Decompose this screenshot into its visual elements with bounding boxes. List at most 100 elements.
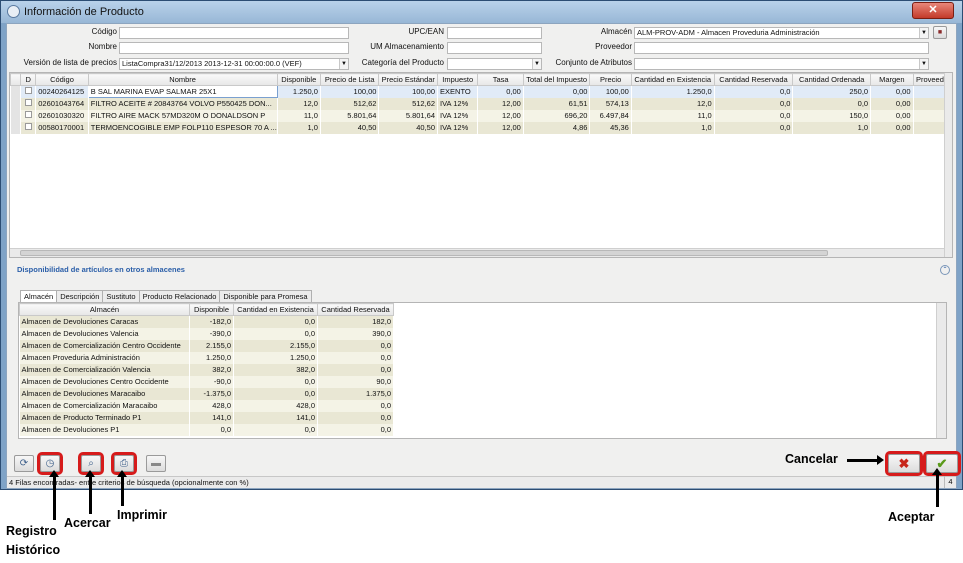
close-button[interactable]: ✕ [912,2,954,19]
column-header[interactable]: Cantidad Reservada [713,73,794,86]
table-cell[interactable]: 2.155,0 [190,340,234,352]
table-cell[interactable]: 1.250,0 [234,352,318,364]
table-cell[interactable]: 61,51 [523,98,590,110]
table-cell[interactable]: 12,0 [277,98,320,110]
table-cell[interactable]: 0,0 [190,424,234,436]
table-cell[interactable]: 100,00 [379,86,438,98]
table-cell[interactable]: 0,0 [234,388,318,400]
table-row[interactable]: 00240264125 B SAL MARINA EVAP SALMAR 25X1… [10,85,952,98]
table-cell[interactable]: 45,36 [590,122,631,134]
column-header[interactable]: Cantidad Reservada [317,303,394,316]
table-cell[interactable]: IVA 12% [438,98,478,110]
refresh-button[interactable]: ⟳ [14,455,34,472]
table-cell[interactable]: 12,00 [478,122,523,134]
table-cell[interactable]: IVA 12% [438,110,478,122]
scroll-thumb[interactable] [20,250,828,256]
table-cell[interactable]: 00240264125 [36,86,89,98]
table-cell[interactable]: 40,50 [379,122,438,134]
products-vscrollbar[interactable] [944,73,952,257]
table-cell[interactable]: 11,0 [631,110,714,122]
table-cell[interactable]: 0,0 [318,340,394,352]
row-header[interactable] [10,97,21,110]
table-cell[interactable]: TERMOENCOGIBLE EMP FOLP110 ESPESOR 70 A … [88,122,277,134]
table-row[interactable]: Almacen de Devoluciones Caracas -182,0 0,0… [19,315,394,328]
table-cell[interactable]: 1,0 [793,122,871,134]
table-row[interactable]: Almacen de Devoluciones Valencia -390,0 0,… [19,327,394,340]
table-cell[interactable]: Almacen de Devoluciones Valencia [20,328,190,340]
version-select[interactable]: ListaCompra31/12/2013 2013-12-31 00:00:0… [119,58,349,70]
table-cell[interactable]: 5.801,64 [379,110,438,122]
table-cell[interactable]: 0,0 [234,328,318,340]
products-hscrollbar[interactable] [10,248,944,257]
table-cell[interactable]: 1.250,0 [190,352,234,364]
table-cell[interactable]: 0,0 [318,424,394,436]
column-header[interactable]: Precio [589,73,632,86]
table-cell[interactable]: FILTRO AIRE MACK 57MD320M O DONALDSON P [88,110,277,122]
table-cell[interactable]: 02601043764 [36,98,89,110]
table-cell[interactable]: Almacen de Comercialización Valencia [20,364,190,376]
table-row[interactable]: Almacen de Producto Terminado P1 141,0 141… [19,411,394,424]
table-cell[interactable]: 12,0 [631,98,714,110]
table-cell[interactable]: Almacen de Devoluciones Caracas [20,316,190,328]
table-cell[interactable]: 0,0 [234,376,318,388]
table-cell[interactable]: 574,13 [590,98,631,110]
table-cell[interactable]: 1.375,0 [318,388,394,400]
warehouse-info-icon[interactable]: ■ [933,26,947,39]
table-cell[interactable]: 5.801,64 [320,110,379,122]
table-cell[interactable]: 696,20 [523,110,590,122]
conjunto-select[interactable]: ▼ [634,58,929,70]
table-cell[interactable]: Almacen de Devoluciones Maracaibo [20,388,190,400]
table-cell[interactable]: 11,0 [277,110,320,122]
table-cell[interactable]: 1,0 [277,122,320,134]
table-row[interactable]: 02601043764 FILTRO ACEITE # 20843764 VOLV… [10,97,952,110]
table-cell[interactable]: Almacen de Comercialización Maracaibo [20,400,190,412]
table-cell[interactable]: 0,0 [318,352,394,364]
table-row[interactable]: Almacen de Devoluciones P1 0,0 0,0 0,0 [19,423,394,436]
column-header[interactable]: Precio Estándar [378,73,439,86]
row-header[interactable] [10,109,21,122]
table-cell[interactable]: 150,0 [793,110,871,122]
column-header[interactable]: Margen [870,73,914,86]
table-cell[interactable]: 0,0 [714,98,793,110]
table-row[interactable]: Almacen Proveduria Administración 1.250,0… [19,351,394,364]
table-cell[interactable]: 512,62 [379,98,438,110]
table-cell[interactable]: 1.250,0 [631,86,714,98]
table-cell[interactable]: 141,0 [190,412,234,424]
table-cell[interactable]: 100,00 [320,86,379,98]
table-cell[interactable]: 6.497,84 [590,110,631,122]
table-cell[interactable]: 390,0 [318,328,394,340]
checkbox[interactable] [24,111,32,118]
table-cell[interactable]: Almacen de Devoluciones P1 [20,424,190,436]
table-cell[interactable]: 0,00 [871,98,913,110]
table-cell[interactable]: 4,86 [523,122,590,134]
table-cell[interactable]: EXENTO [438,86,478,98]
column-header[interactable]: Código [35,73,89,86]
categoria-select[interactable]: ▼ [447,58,542,70]
table-cell[interactable]: 02601030320 [36,110,89,122]
column-header[interactable]: Tasa [477,73,524,86]
table-cell[interactable]: 382,0 [190,364,234,376]
table-cell[interactable]: 182,0 [318,316,394,328]
table-cell[interactable]: 1.250,0 [277,86,320,98]
table-cell[interactable]: FILTRO ACEITE # 20843764 VOLVO P550425 D… [88,98,277,110]
table-cell[interactable]: -90,0 [190,376,234,388]
chevron-down-icon[interactable]: ▼ [919,59,928,69]
table-cell[interactable]: 250,0 [793,86,871,98]
table-cell[interactable]: 512,62 [320,98,379,110]
table-cell[interactable]: IVA 12% [438,122,478,134]
table-row[interactable]: Almacen de Comercialización Centro Occid… [19,339,394,352]
table-cell[interactable]: 141,0 [234,412,318,424]
table-cell[interactable]: 0,0 [793,98,871,110]
column-header[interactable]: Disponible [276,73,321,86]
table-cell[interactable]: 1,0 [631,122,714,134]
table-cell[interactable]: 40,50 [320,122,379,134]
proveedor-field[interactable] [634,42,929,54]
upc-field[interactable] [447,27,542,39]
table-cell[interactable]: -182,0 [190,316,234,328]
table-cell[interactable]: 0,00 [871,122,913,134]
table-row[interactable]: Almacen de Comercialización Valencia 382,… [19,363,394,376]
column-header[interactable]: D [20,73,37,86]
table-cell[interactable]: 00580170001 [36,122,89,134]
almacen-select[interactable]: ALM-PROV-ADM - Almacen Proveduria Admini… [634,27,929,39]
checkbox[interactable] [24,99,32,106]
